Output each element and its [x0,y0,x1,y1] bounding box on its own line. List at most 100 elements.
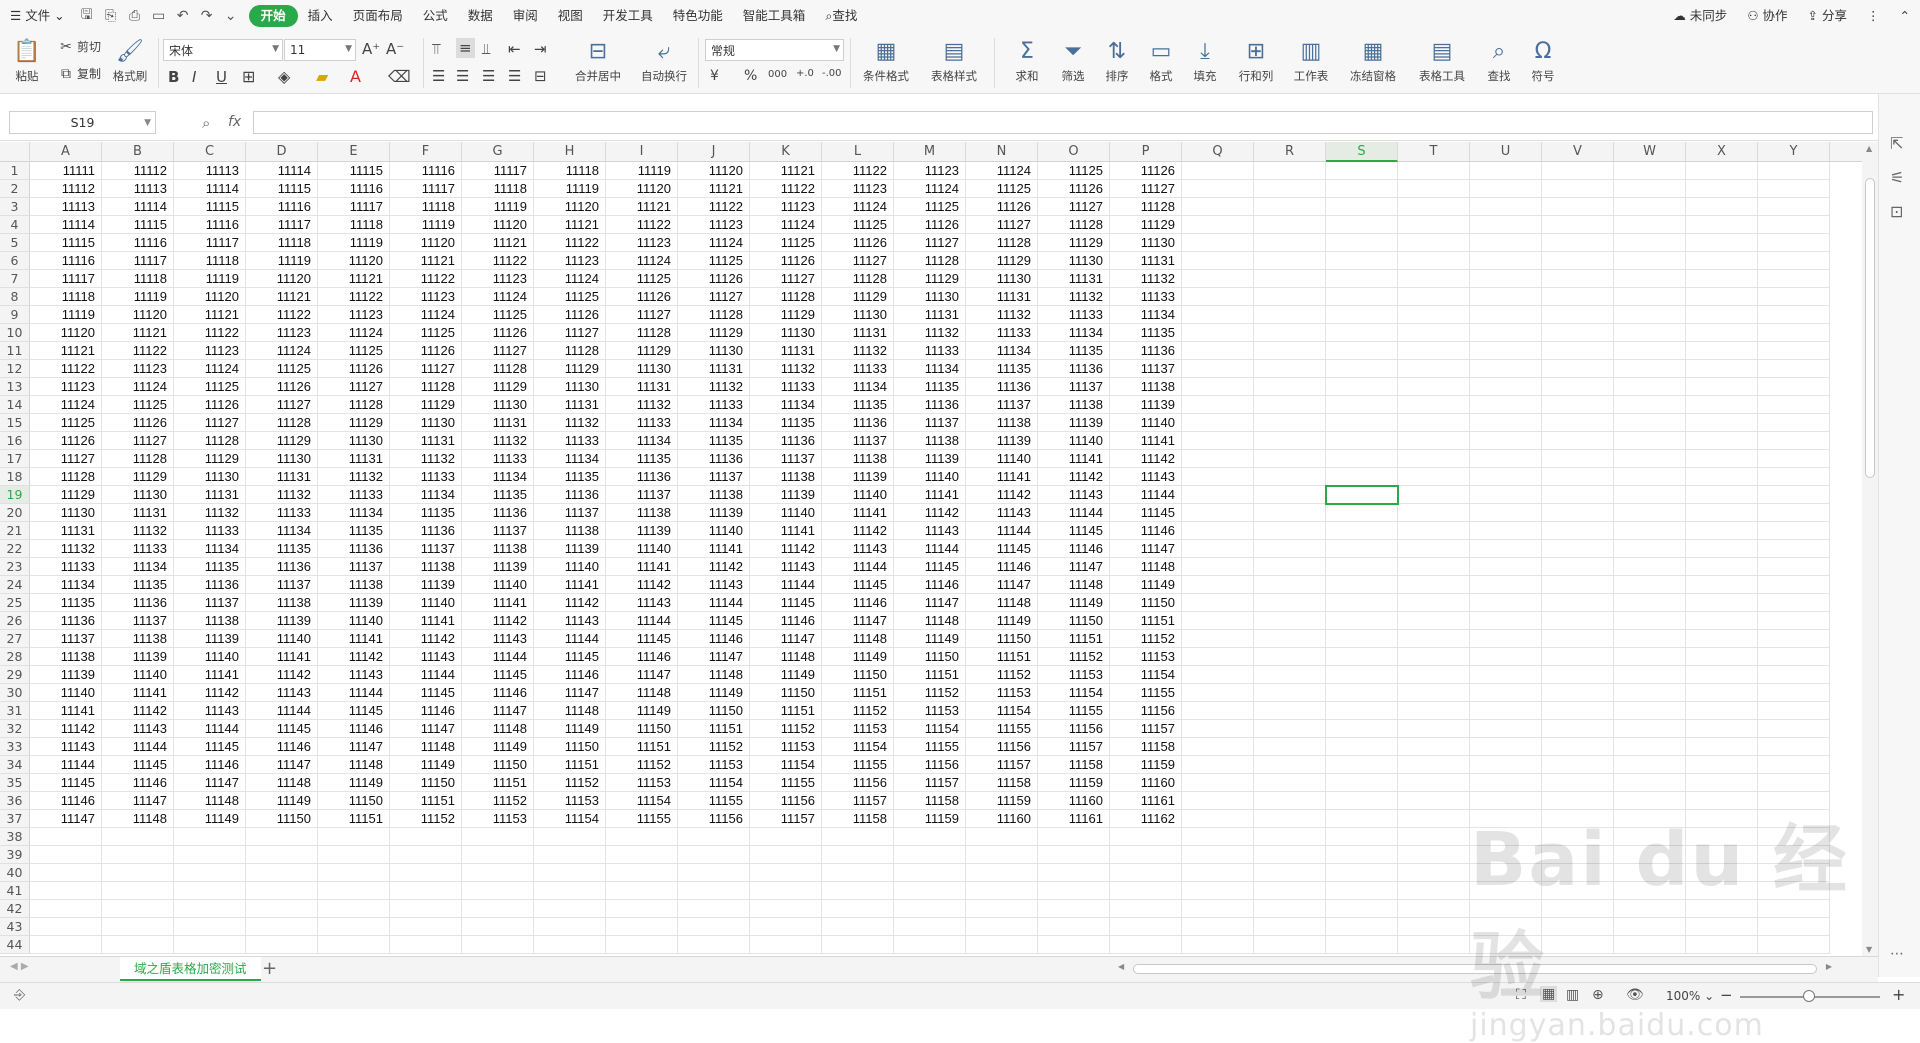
cell[interactable]: 11133 [678,396,750,414]
row-header[interactable]: 29 [0,666,30,684]
cell[interactable]: 11137 [390,540,462,558]
cell[interactable]: 11144 [534,630,606,648]
cell[interactable] [1470,702,1542,720]
cell[interactable] [1542,864,1614,882]
row-header[interactable]: 2 [0,180,30,198]
cell[interactable] [1614,342,1686,360]
cell[interactable] [1182,378,1254,396]
cell[interactable]: 11140 [822,486,894,504]
cell[interactable]: 11139 [30,666,102,684]
cell[interactable] [678,882,750,900]
cell[interactable] [1470,612,1542,630]
cell[interactable]: 11133 [750,378,822,396]
cell[interactable] [1614,414,1686,432]
cell[interactable]: 11157 [750,810,822,828]
zoom-level[interactable]: 100% ⌄ [1666,989,1714,1003]
cell[interactable]: 11157 [966,756,1038,774]
add-sheet-icon[interactable]: + [262,959,277,979]
cell[interactable]: 11120 [462,216,534,234]
cell[interactable]: 11122 [462,252,534,270]
quick-access-dropdown-icon[interactable]: ⌄ [219,0,243,32]
tab-smart-toolbox[interactable]: 智能工具箱 [733,0,816,32]
cell[interactable]: 11118 [390,198,462,216]
cell[interactable] [1254,612,1326,630]
cell[interactable]: 11157 [1038,738,1110,756]
align-bottom-icon[interactable]: ⫫ [482,40,490,58]
cell[interactable]: 11141 [174,666,246,684]
cell[interactable]: 11125 [750,234,822,252]
cell[interactable] [246,864,318,882]
cell[interactable]: 11132 [246,486,318,504]
cell[interactable]: 11129 [462,378,534,396]
cell[interactable]: 11123 [894,162,966,180]
cell[interactable] [1614,810,1686,828]
cell[interactable] [318,936,390,954]
cell[interactable] [1686,864,1758,882]
cell[interactable] [1182,504,1254,522]
decrease-decimal-button[interactable]: -.00 [822,68,842,79]
cell[interactable]: 11149 [678,684,750,702]
cell[interactable] [246,828,318,846]
cell[interactable] [1542,648,1614,666]
cell[interactable]: 11132 [822,342,894,360]
cell[interactable] [1542,756,1614,774]
cell[interactable]: 11155 [966,720,1038,738]
column-header-v[interactable]: V [1542,142,1614,162]
cell[interactable] [606,918,678,936]
cell[interactable] [1326,666,1398,684]
cell[interactable]: 11134 [894,360,966,378]
cell[interactable]: 11140 [390,594,462,612]
cell[interactable] [1254,630,1326,648]
cell[interactable]: 11145 [462,666,534,684]
tab-view[interactable]: 视图 [548,0,593,32]
cell[interactable]: 11114 [102,198,174,216]
cell[interactable] [1182,414,1254,432]
cell[interactable] [1614,756,1686,774]
cell[interactable] [1326,792,1398,810]
cell[interactable] [102,936,174,954]
cell[interactable] [1614,270,1686,288]
cell[interactable]: 11138 [1038,396,1110,414]
cell[interactable] [1614,486,1686,504]
cell[interactable]: 11120 [390,234,462,252]
cell[interactable]: 11137 [966,396,1038,414]
cell[interactable]: 11156 [1110,702,1182,720]
cell[interactable]: 11129 [246,432,318,450]
cell[interactable]: 11127 [1038,198,1110,216]
cell[interactable] [1326,252,1398,270]
cell[interactable] [390,828,462,846]
cell[interactable] [1686,792,1758,810]
cell[interactable]: 11138 [246,594,318,612]
cell[interactable] [1686,558,1758,576]
cell[interactable] [1326,756,1398,774]
cell[interactable] [1326,738,1398,756]
cell[interactable]: 11127 [174,414,246,432]
cell[interactable] [1614,648,1686,666]
row-header[interactable]: 39 [0,846,30,864]
cell[interactable]: 11119 [174,270,246,288]
cell[interactable] [30,846,102,864]
cell[interactable]: 11132 [318,468,390,486]
currency-button[interactable]: ¥ [710,68,719,84]
cell[interactable]: 11139 [750,486,822,504]
cell[interactable] [462,828,534,846]
cell[interactable]: 11136 [174,576,246,594]
print-preview-icon[interactable]: ▭ [147,0,171,32]
scroll-left-icon[interactable]: ◀ [1118,962,1124,971]
align-center-icon[interactable]: ☰ [456,67,469,85]
percent-button[interactable]: % [744,68,757,84]
cell[interactable]: 11148 [318,756,390,774]
scroll-right-icon[interactable]: ▶ [1826,962,1832,971]
cell[interactable]: 11136 [1110,342,1182,360]
cell[interactable] [1398,414,1470,432]
cell[interactable] [1398,630,1470,648]
cell[interactable]: 11123 [318,306,390,324]
cell[interactable] [1758,234,1830,252]
horizontal-scrollbar[interactable]: ◀ ▶ [1115,961,1835,977]
cell[interactable] [1614,828,1686,846]
conditional-format-button[interactable]: ▦ 条件格式 [856,36,916,84]
cell[interactable] [1758,918,1830,936]
cell[interactable] [1254,702,1326,720]
cell[interactable] [750,936,822,954]
cell[interactable] [246,900,318,918]
